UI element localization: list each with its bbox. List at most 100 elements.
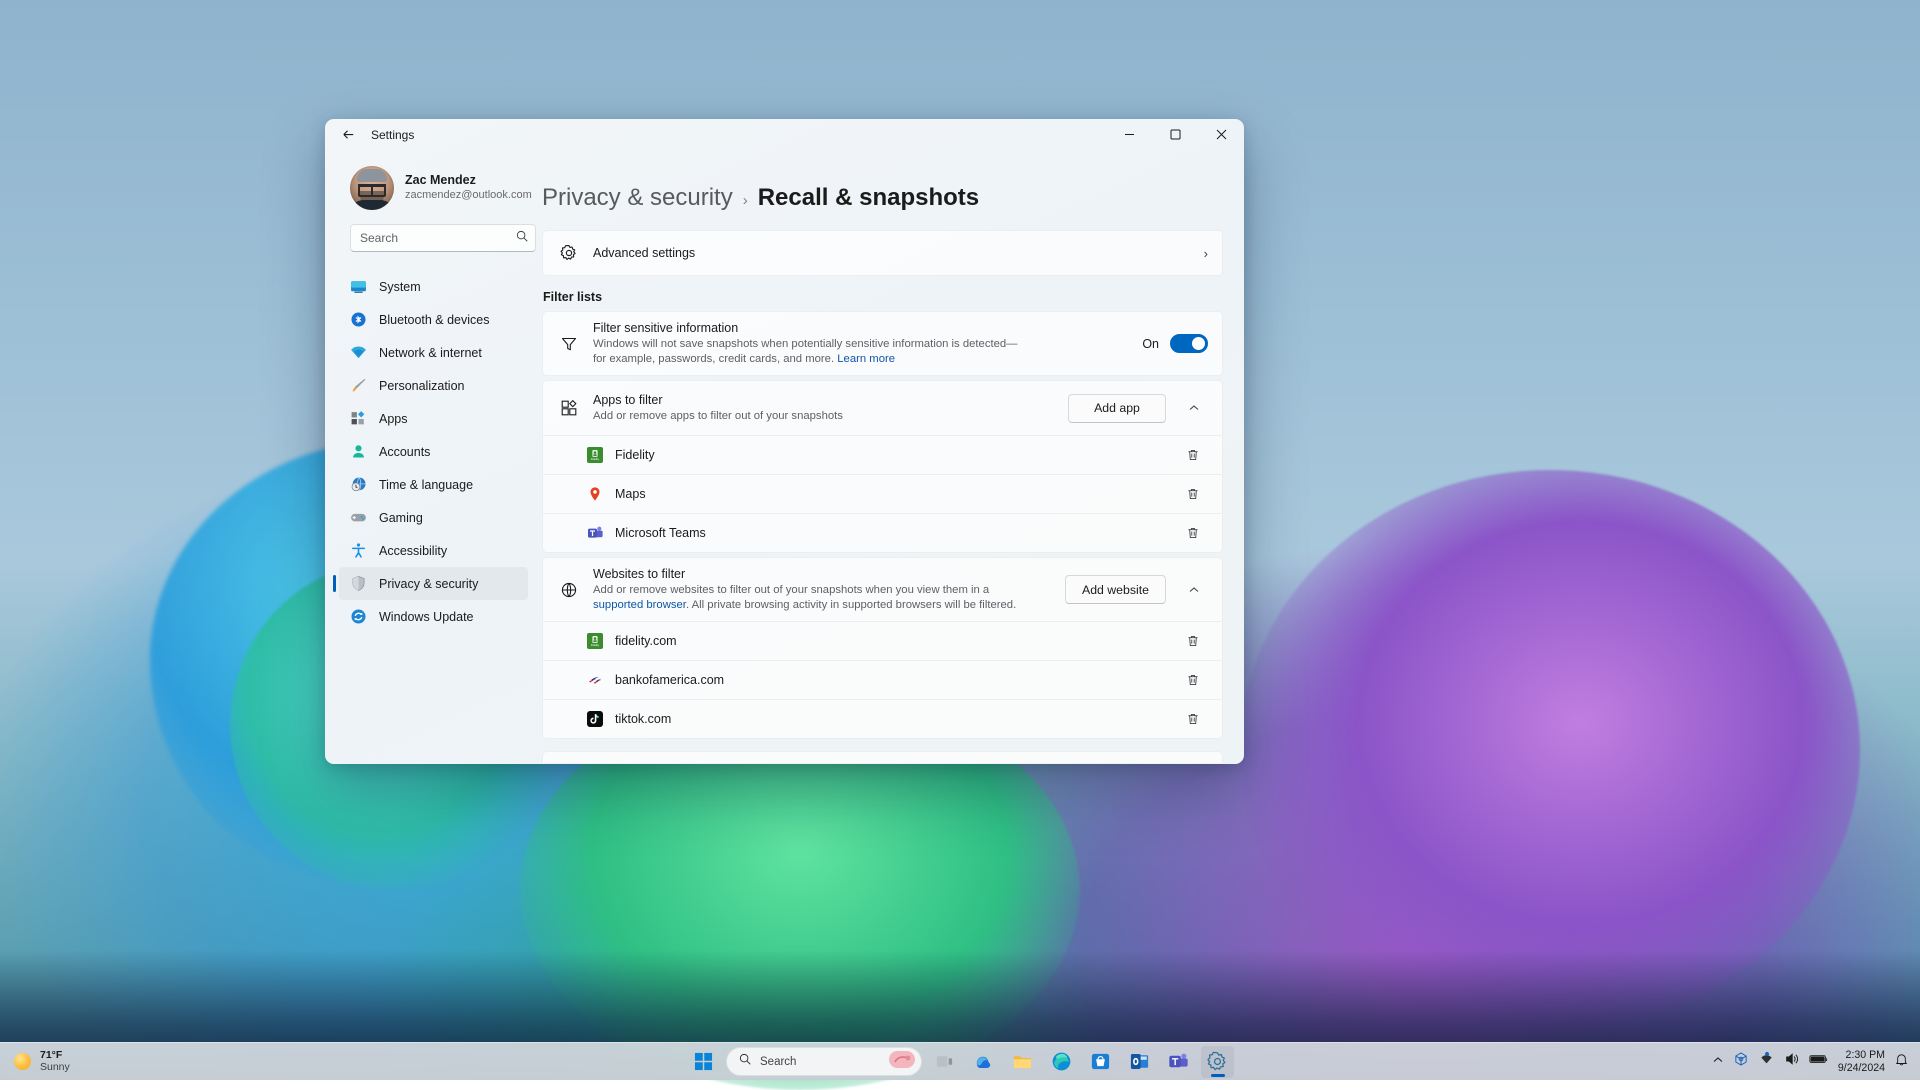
advanced-settings-card[interactable]: Advanced settings › [542, 230, 1223, 276]
sidebar-item-network-internet[interactable]: Network & internet [339, 336, 528, 369]
toggle-state-label: On [1142, 337, 1159, 351]
sidebar-item-label: Accessibility [379, 544, 447, 558]
app-list-item[interactable]: Fidelity Fidelity [543, 435, 1222, 474]
highlight-pill-icon[interactable] [889, 1051, 915, 1073]
websites-collapse-chevron-icon[interactable] [1180, 576, 1208, 604]
fidelity-icon: Fidelity [587, 633, 603, 649]
apps-collapse-chevron-icon[interactable] [1180, 394, 1208, 422]
settings-gear-icon[interactable] [1201, 1046, 1234, 1078]
update-refresh-icon [350, 608, 367, 625]
app-name: Fidelity [615, 448, 1166, 462]
search-input[interactable] [360, 231, 515, 245]
clock-time: 2:30 PM [1838, 1049, 1885, 1062]
search-icon [515, 229, 529, 248]
sidebar-item-accounts[interactable]: Accounts [339, 435, 528, 468]
sidebar-item-system[interactable]: System [339, 270, 528, 303]
sidebar-item-bluetooth-devices[interactable]: Bluetooth & devices [339, 303, 528, 336]
window-controls [1106, 119, 1244, 150]
sidebar-item-apps[interactable]: Apps [339, 402, 528, 435]
sidebar: Zac Mendez zacmendez@outlook.com [325, 150, 542, 764]
wallpaper-shape-purple [1240, 470, 1860, 1030]
trash-icon[interactable] [1178, 441, 1208, 469]
sidebar-item-gaming[interactable]: Gaming [339, 501, 528, 534]
sidebar-item-privacy-security[interactable]: Privacy & security [339, 567, 528, 600]
breadcrumb-parent[interactable]: Privacy & security [542, 184, 733, 212]
windows-start-icon[interactable] [686, 1046, 720, 1078]
gamepad-icon [350, 509, 367, 526]
weather-widget[interactable]: 71°F Sunny [0, 1049, 70, 1074]
account-card[interactable]: Zac Mendez zacmendez@outlook.com [339, 150, 528, 216]
trash-icon[interactable] [1178, 666, 1208, 694]
apps-grid-icon [350, 410, 367, 427]
privacy-resources-card[interactable]: Privacy resources [542, 751, 1223, 763]
main-content: Privacy & security › Recall & snapshots [542, 150, 1244, 764]
app-list-item[interactable]: Microsoft Teams [543, 513, 1222, 552]
trash-icon[interactable] [1178, 519, 1208, 547]
app-list-item[interactable]: Maps [543, 474, 1222, 513]
weather-temperature: 71°F [40, 1049, 70, 1061]
filter-sensitive-toggle-group[interactable]: On [1142, 334, 1208, 353]
taskbar-center-group: Search [686, 1046, 1234, 1078]
add-website-button[interactable]: Add website [1065, 575, 1166, 604]
advanced-settings-label: Advanced settings [593, 245, 1190, 262]
trash-icon[interactable] [1178, 705, 1208, 733]
globe-icon [559, 581, 579, 599]
store-icon[interactable] [1084, 1046, 1117, 1078]
sidebar-item-label: Network & internet [379, 346, 482, 360]
window-title: Settings [371, 128, 414, 142]
trash-icon[interactable] [1178, 627, 1208, 655]
sidebar-item-label: Personalization [379, 379, 464, 393]
minimize-button[interactable] [1106, 119, 1152, 150]
system-tray: 2:30 PM 9/24/2024 [1712, 1049, 1920, 1075]
sidebar-item-label: Gaming [379, 511, 423, 525]
teams-icon [587, 525, 603, 541]
taskbar-search-placeholder: Search [760, 1056, 881, 1068]
settings-scroll-area[interactable]: Advanced settings › Filter lists [542, 230, 1223, 763]
meet-now-icon[interactable] [1733, 1051, 1749, 1072]
chevron-right-icon[interactable]: › [1204, 246, 1208, 261]
monitor-icon [350, 278, 367, 295]
back-arrow-icon[interactable] [333, 120, 363, 150]
bankofamerica-icon [587, 672, 603, 688]
volume-icon[interactable] [1784, 1051, 1800, 1072]
sidebar-item-personalization[interactable]: Personalization [339, 369, 528, 402]
search-box[interactable] [350, 224, 536, 252]
teams-icon[interactable] [1162, 1046, 1195, 1078]
accessibility-icon [350, 542, 367, 559]
website-list-item[interactable]: tiktok.com [543, 699, 1222, 738]
funnel-icon [559, 335, 579, 353]
copilot-icon[interactable] [967, 1046, 1000, 1078]
websites-to-filter-desc-2: . All private browsing activity in suppo… [686, 599, 1016, 611]
filter-sensitive-title: Filter sensitive information [593, 320, 1128, 337]
folder-icon[interactable] [1006, 1046, 1039, 1078]
battery-icon[interactable] [1809, 1052, 1829, 1071]
breadcrumb-separator: › [743, 192, 748, 209]
sidebar-item-time-language[interactable]: Time & language [339, 468, 528, 501]
clock[interactable]: 2:30 PM 9/24/2024 [1838, 1049, 1885, 1075]
bell-icon[interactable] [1894, 1052, 1909, 1072]
learn-more-link[interactable]: Learn more [837, 353, 895, 365]
sidebar-item-windows-update[interactable]: Windows Update [339, 600, 528, 633]
website-list-item[interactable]: bankofamerica.com [543, 660, 1222, 699]
fidelity-icon: Fidelity [587, 447, 603, 463]
filter-sensitive-toggle[interactable] [1170, 334, 1208, 353]
close-button[interactable] [1198, 119, 1244, 150]
paintbrush-icon [350, 377, 367, 394]
outlook-icon[interactable] [1123, 1046, 1156, 1078]
account-email: zacmendez@outlook.com [405, 188, 532, 203]
add-app-button[interactable]: Add app [1068, 394, 1166, 423]
supported-browser-link[interactable]: supported browser [593, 599, 686, 611]
taskbar-search-box[interactable]: Search [726, 1047, 922, 1076]
website-list-item[interactable]: Fidelity fidelity.com [543, 621, 1222, 660]
sidebar-item-label: System [379, 280, 421, 294]
trash-icon[interactable] [1178, 480, 1208, 508]
network-wifi-icon[interactable] [1758, 1051, 1775, 1072]
tray-chevron-up-icon[interactable] [1712, 1053, 1724, 1071]
edge-icon[interactable] [1045, 1046, 1078, 1078]
person-icon [350, 443, 367, 460]
settings-window: Settings Zac Mendez zacmendez@outlook. [325, 119, 1244, 764]
maximize-button[interactable] [1152, 119, 1198, 150]
sidebar-item-accessibility[interactable]: Accessibility [339, 534, 528, 567]
account-name: Zac Mendez [405, 172, 532, 188]
task-view-icon[interactable] [928, 1046, 961, 1078]
